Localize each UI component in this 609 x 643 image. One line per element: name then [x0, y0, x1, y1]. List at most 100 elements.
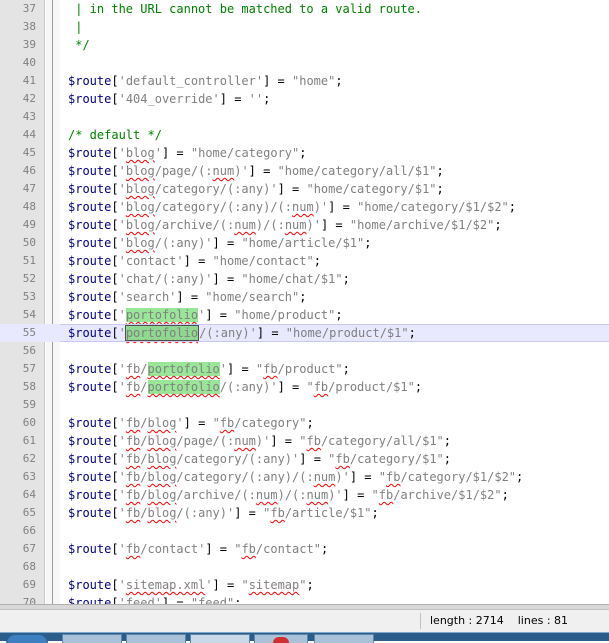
code-token: fb: [385, 470, 401, 484]
code-line[interactable]: 37 | in the URL cannot be matched to a v…: [0, 0, 609, 18]
code-text: $route['fb/blog/(:any)'] = "fb/article/$…: [68, 504, 379, 522]
code-text: $route['fb/portofolio/(:any)'] = "fb/pro…: [68, 378, 422, 396]
code-editor[interactable]: 37 | in the URL cannot be matched to a v…: [0, 0, 609, 604]
code-text: $route['default_controller'] = "home";: [68, 72, 343, 90]
code-token: [: [111, 578, 119, 592]
code-line-current[interactable]: 55 $route['portofolio/(:any)'] = "home/pr…: [0, 324, 609, 342]
code-token: "home/category/$1": [306, 182, 437, 196]
code-line[interactable]: 68: [0, 558, 609, 576]
code-token: "home/contact": [212, 254, 314, 268]
code-token: fb: [219, 416, 235, 430]
code-line[interactable]: 52 $route['chat/(:any)'] = "home/chat/$1"…: [0, 270, 609, 288]
code-line[interactable]: 39 */: [0, 36, 609, 54]
code-token: [: [111, 380, 119, 394]
code-token: */: [68, 38, 90, 52]
code-line[interactable]: 59: [0, 396, 609, 414]
code-text: $route['fb/blog'] = "fb/category";: [68, 414, 314, 432]
code-token: /page/(:: [176, 434, 235, 448]
code-line[interactable]: 49 $route['blog/archive/(:num)/(:num)'] =…: [0, 216, 609, 234]
code-token: ': [118, 182, 126, 196]
code-token: | in the URL cannot be matched to a vali…: [68, 2, 423, 16]
code-token: ] =: [161, 146, 191, 160]
line-number: 66: [22, 524, 36, 537]
code-token: /: [140, 470, 148, 484]
line-number: 52: [22, 272, 36, 285]
code-line[interactable]: 69 $route['sitemap.xml'] = "sitemap";: [0, 576, 609, 594]
code-line[interactable]: 56: [0, 342, 609, 360]
code-token: blog: [125, 146, 155, 160]
code-token: /: [140, 380, 148, 394]
line-number: 59: [22, 398, 36, 411]
taskbar-app-5[interactable]: [314, 634, 374, 643]
code-token: portofolio: [147, 380, 220, 394]
code-token: ': [118, 542, 126, 556]
code-token: fb: [125, 470, 141, 484]
code-line[interactable]: 43: [0, 108, 609, 126]
code-token: /* default */: [68, 128, 162, 142]
line-number: 63: [22, 470, 36, 483]
code-line[interactable]: 50 $route['blog/(:any)'] = "home/article/…: [0, 234, 609, 252]
start-button[interactable]: [6, 634, 48, 643]
code-line[interactable]: 46 $route['blog/page/(:num)'] = "home/cat…: [0, 162, 609, 180]
code-line[interactable]: 42 $route['404_override'] = '';: [0, 90, 609, 108]
taskbar-app-2[interactable]: [126, 634, 186, 643]
code-token: 'chat/(:any)': [118, 272, 213, 286]
code-token: ] =: [277, 182, 307, 196]
code-token: ] =: [205, 308, 235, 322]
code-token: fb: [125, 452, 141, 466]
code-token: num: [292, 200, 314, 214]
code-line[interactable]: 66: [0, 522, 609, 540]
code-line[interactable]: 57 $route['fb/portofolio'] = "fb/product"…: [0, 360, 609, 378]
code-token: ] =: [183, 254, 213, 268]
code-token: ] =: [183, 416, 213, 430]
code-line[interactable]: 38 |: [0, 18, 609, 36]
code-line[interactable]: 53 $route['search'] = "home/search";: [0, 288, 609, 306]
code-line[interactable]: 41 $route['default_controller'] = "home";: [0, 72, 609, 90]
code-token: ;: [234, 596, 242, 604]
code-token: fb: [125, 506, 141, 520]
taskbar-app-1[interactable]: [62, 634, 122, 643]
line-number: 46: [22, 164, 36, 177]
code-line[interactable]: 63 $route['fb/blog/category/(:any)/(:num)…: [0, 468, 609, 486]
code-token: ] =: [176, 290, 206, 304]
code-line[interactable]: 62 $route['fb/blog/category/(:any)'] = "f…: [0, 450, 609, 468]
code-token: '404_override': [118, 92, 220, 106]
code-token: /contact': [140, 542, 206, 556]
code-line[interactable]: 67 $route['fb/contact'] = "fb/contact";: [0, 540, 609, 558]
code-token: ": [241, 578, 249, 592]
code-line[interactable]: 54 $route['portofolio'] = "home/product";: [0, 306, 609, 324]
code-token: $route: [68, 218, 112, 232]
code-token: sitemap: [248, 578, 300, 592]
code-text: |: [68, 18, 82, 36]
code-token: ] =: [248, 164, 278, 178]
code-line[interactable]: 70 $route['feed'] = "feed";: [0, 594, 609, 604]
code-token: [: [111, 290, 119, 304]
code-token: $route: [68, 74, 112, 88]
code-token: fb: [270, 506, 285, 520]
code-line[interactable]: 47 $route['blog/category/(:any)'] = "home…: [0, 180, 609, 198]
code-token: ;: [299, 290, 307, 304]
code-token: ': [118, 236, 126, 250]
code-text: $route['blog/category/(:any)/(:num)'] = …: [68, 198, 516, 216]
code-token: /archive/(:: [154, 218, 235, 232]
code-line[interactable]: 64 $route['fb/blog/archive/(:num)/(:num)'…: [0, 486, 609, 504]
code-line[interactable]: 40: [0, 54, 609, 72]
code-line[interactable]: 65 $route['fb/blog/(:any)'] = "fb/article…: [0, 504, 609, 522]
code-text: $route['blog'] = "home/category";: [68, 144, 306, 162]
code-token: /: [140, 362, 148, 376]
taskbar-app-3[interactable]: [190, 634, 250, 643]
code-line[interactable]: 44 /* default */: [0, 126, 609, 144]
code-line[interactable]: 45 $route['blog'] = "home/category";: [0, 144, 609, 162]
code-line[interactable]: 58 $route['fb/portofolio/(:any)'] = "fb/p…: [0, 378, 609, 396]
code-token: [: [111, 272, 119, 286]
code-lines: 37 | in the URL cannot be matched to a v…: [0, 0, 609, 604]
status-separator: [420, 613, 421, 629]
code-text: $route['404_override'] = '';: [68, 90, 270, 108]
line-number: 47: [22, 182, 36, 195]
code-token: [: [111, 164, 119, 178]
code-line[interactable]: 48 $route['blog/category/(:any)/(:num)'] …: [0, 198, 609, 216]
code-line[interactable]: 61 $route['fb/blog/page/(:num)'] = "fb/ca…: [0, 432, 609, 450]
taskbar-app-4[interactable]: [254, 634, 308, 643]
code-line[interactable]: 60 $route['fb/blog'] = "fb/category";: [0, 414, 609, 432]
code-line[interactable]: 51 $route['contact'] = "home/contact";: [0, 252, 609, 270]
